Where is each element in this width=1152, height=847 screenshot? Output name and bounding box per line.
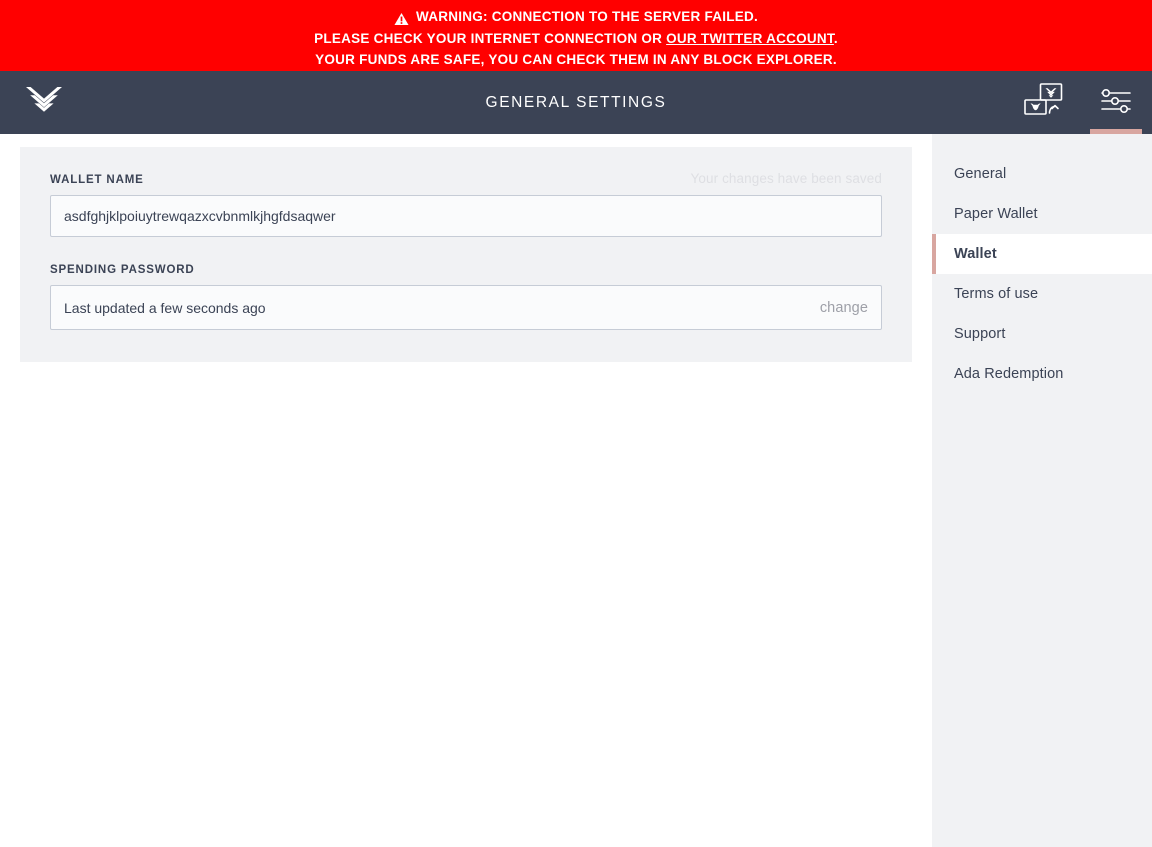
settings-button[interactable] bbox=[1080, 71, 1152, 134]
settings-menu-item-label: Ada Redemption bbox=[954, 366, 1064, 382]
page-title: GENERAL SETTINGS bbox=[485, 93, 667, 111]
settings-menu-item-paper-wallet[interactable]: Paper Wallet bbox=[932, 194, 1152, 234]
wallet-switch-button[interactable] bbox=[1008, 71, 1080, 134]
server-connection-warning-bar: WARNING: CONNECTION TO THE SERVER FAILED… bbox=[0, 0, 1152, 71]
spending-password-label: SPENDING PASSWORD bbox=[50, 264, 195, 276]
warning-line-2: PLEASE CHECK YOUR INTERNET CONNECTION OR… bbox=[314, 28, 838, 50]
settings-menu: General Paper Wallet Wallet Terms of use… bbox=[932, 134, 1152, 847]
spending-password-row[interactable]: Last updated a few seconds ago change bbox=[50, 285, 882, 330]
settings-menu-item-wallet[interactable]: Wallet bbox=[932, 234, 1152, 274]
daedalus-chevron-logo bbox=[26, 87, 62, 118]
wallet-name-field: WALLET NAME Your changes have been saved bbox=[50, 171, 882, 237]
settings-menu-item-terms-of-use[interactable]: Terms of use bbox=[932, 274, 1152, 314]
settings-sliders-icon bbox=[1099, 88, 1133, 117]
wallet-name-input[interactable] bbox=[50, 195, 882, 237]
wallet-name-header: WALLET NAME Your changes have been saved bbox=[50, 171, 882, 186]
warning-line-3: YOUR FUNDS ARE SAFE, YOU CAN CHECK THEM … bbox=[315, 52, 837, 68]
warning-text-1: WARNING: CONNECTION TO THE SERVER FAILED… bbox=[415, 9, 759, 25]
spending-password-status: Last updated a few seconds ago bbox=[64, 299, 266, 316]
spending-password-field: SPENDING PASSWORD Last updated a few sec… bbox=[50, 264, 882, 330]
warning-text-2-prefix: PLEASE CHECK YOUR INTERNET CONNECTION OR bbox=[314, 30, 667, 46]
wallet-switch-icon bbox=[1021, 81, 1067, 124]
settings-menu-item-label: Paper Wallet bbox=[954, 206, 1038, 222]
changes-saved-message: Your changes have been saved bbox=[690, 171, 882, 186]
settings-menu-item-label: Terms of use bbox=[954, 286, 1039, 302]
settings-menu-item-general[interactable]: General bbox=[932, 154, 1152, 194]
wallet-name-label: WALLET NAME bbox=[50, 174, 144, 186]
settings-menu-item-ada-redemption[interactable]: Ada Redemption bbox=[932, 354, 1152, 394]
spending-password-header: SPENDING PASSWORD bbox=[50, 264, 882, 276]
page-body: WALLET NAME Your changes have been saved… bbox=[0, 134, 1152, 847]
warning-line-1: WARNING: CONNECTION TO THE SERVER FAILED… bbox=[394, 6, 758, 28]
settings-menu-item-support[interactable]: Support bbox=[932, 314, 1152, 354]
warning-triangle-icon bbox=[394, 11, 409, 25]
topbar-actions bbox=[1008, 71, 1152, 134]
app-topbar: GENERAL SETTINGS bbox=[0, 71, 1152, 134]
settings-menu-item-label: Wallet bbox=[954, 246, 997, 262]
warning-text-2-suffix: . bbox=[833, 30, 838, 46]
settings-menu-item-label: General bbox=[954, 166, 1007, 182]
twitter-account-link[interactable]: OUR TWITTER ACCOUNT bbox=[666, 31, 834, 46]
settings-menu-item-label: Support bbox=[954, 326, 1006, 342]
wallet-settings-panel: WALLET NAME Your changes have been saved… bbox=[20, 147, 912, 362]
spending-password-change-link[interactable]: change bbox=[820, 300, 868, 316]
